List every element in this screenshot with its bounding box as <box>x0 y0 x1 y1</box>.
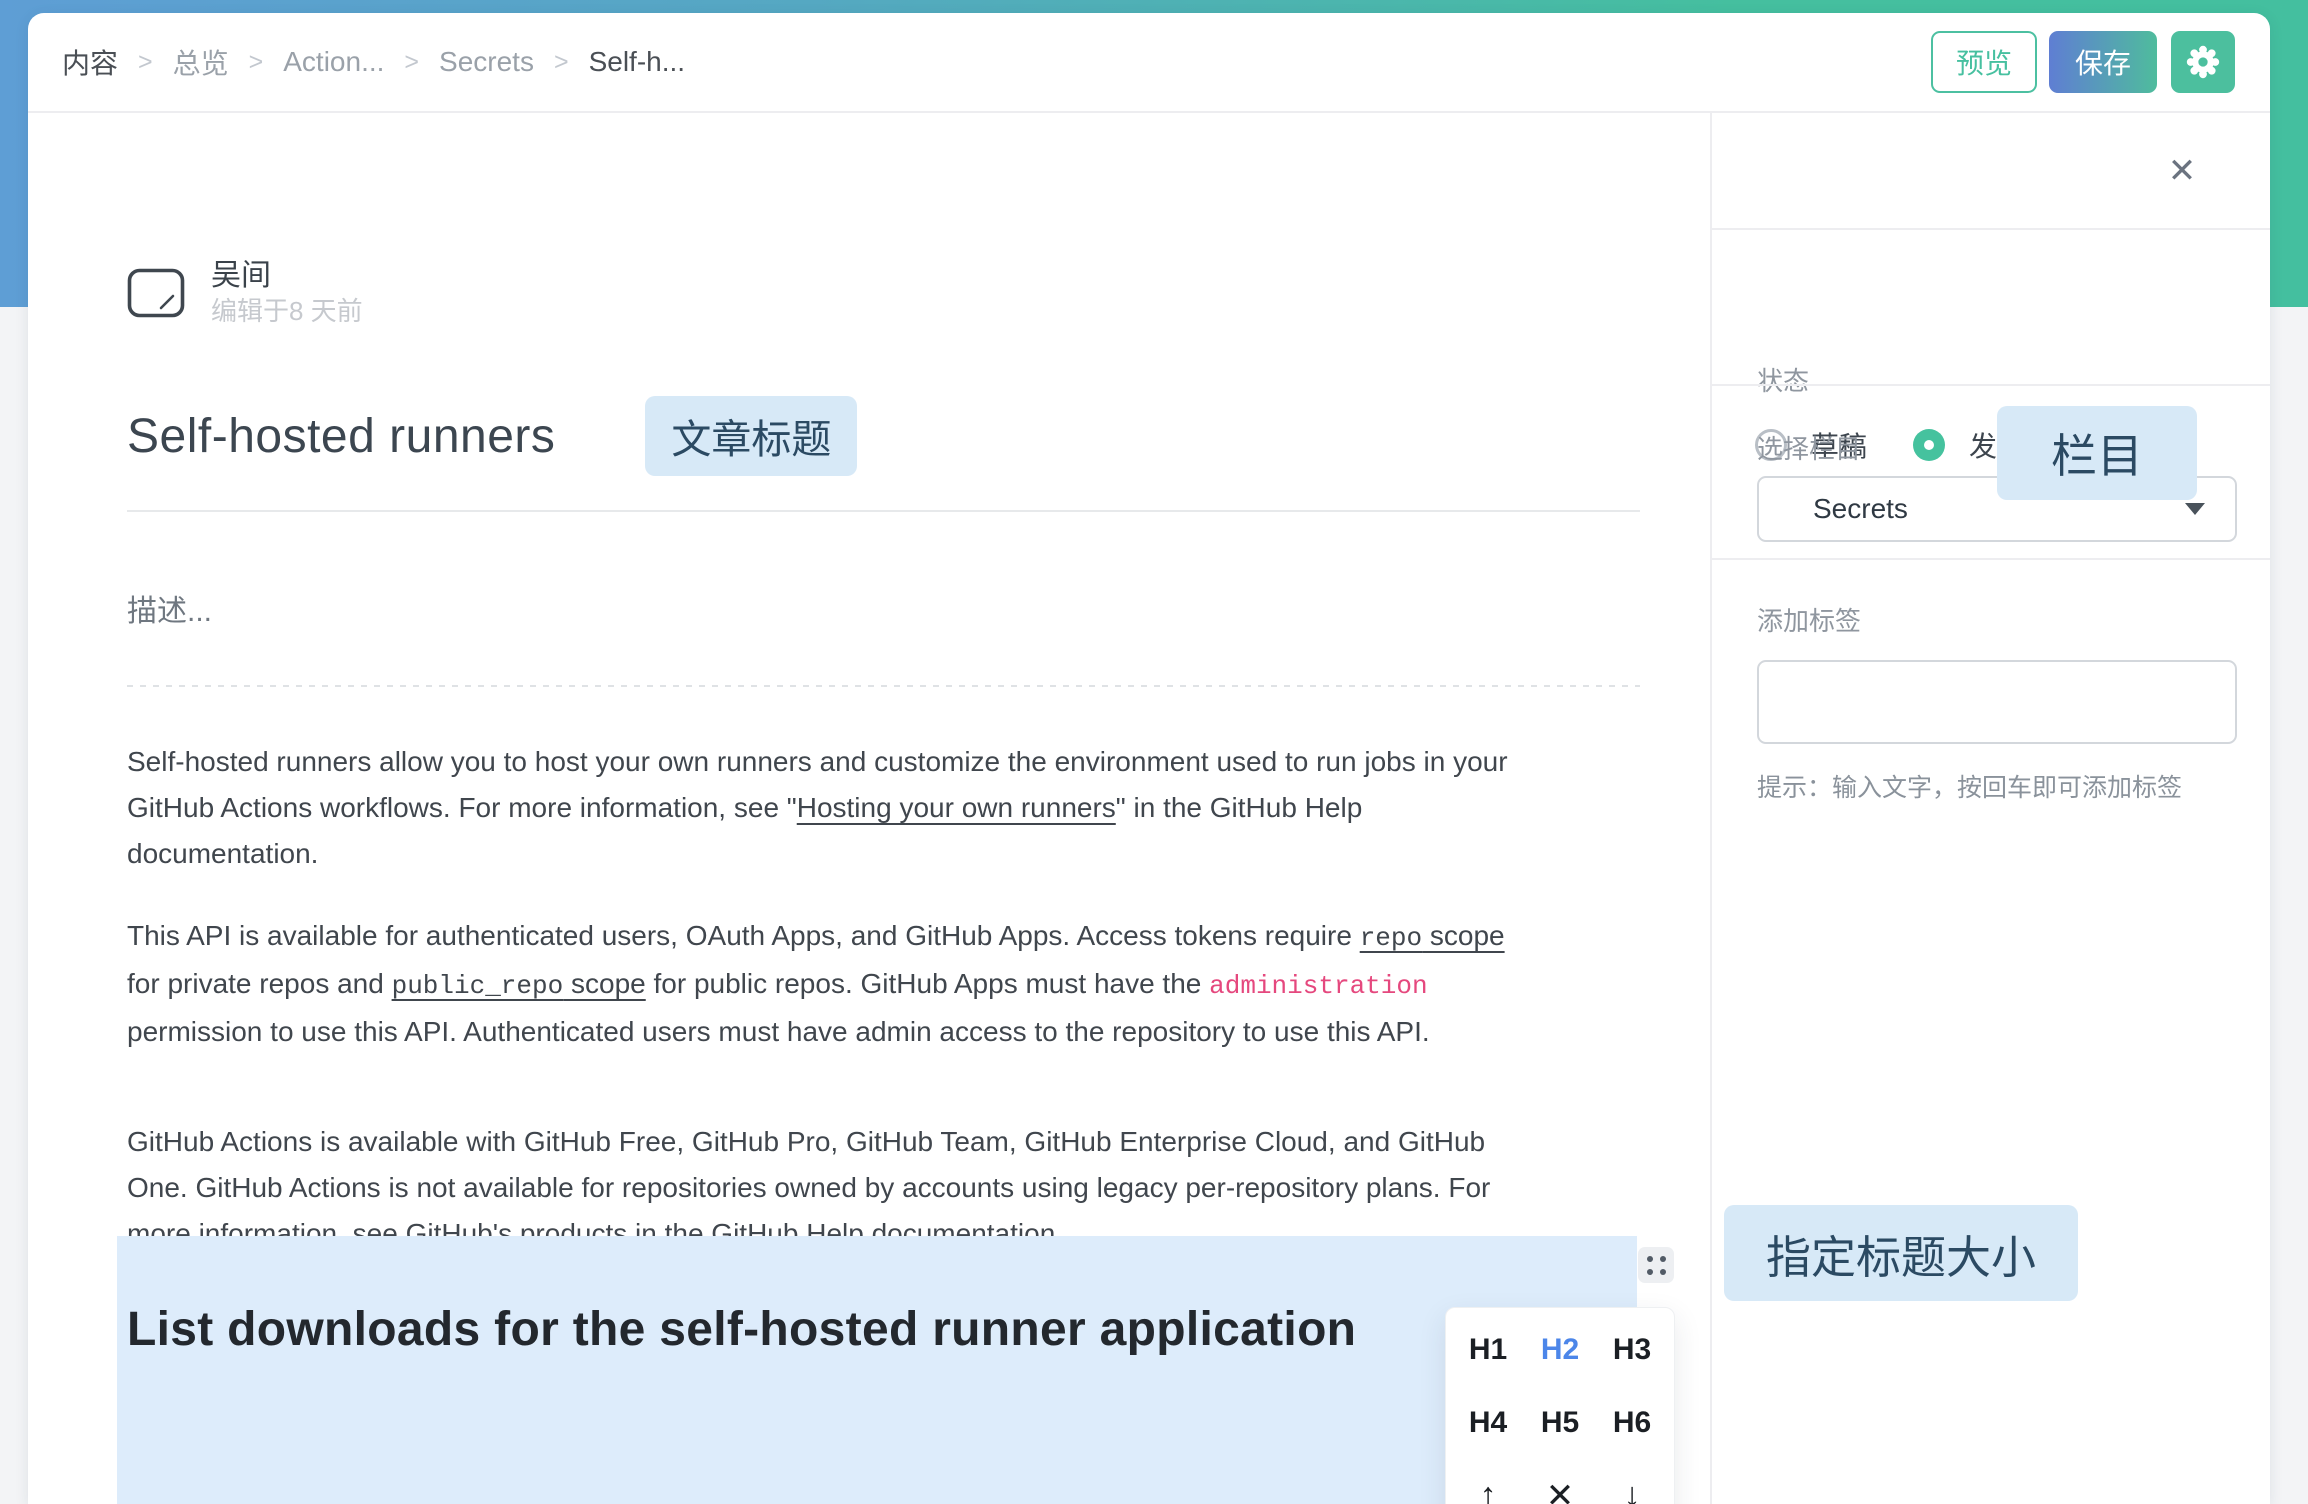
category-label: 选择栏目 <box>1757 429 1861 466</box>
tags-hint: 提示：输入文字，按回车即可添加标签 <box>1757 768 2182 804</box>
description-divider <box>127 685 1640 687</box>
breadcrumb-separator: > <box>249 48 264 77</box>
radio-icon <box>1913 429 1945 461</box>
avatar <box>127 268 185 318</box>
sidebar-divider <box>1712 384 2270 386</box>
inline-text: for private repos and <box>127 968 392 999</box>
heading-level-h3[interactable]: H3 <box>1596 1314 1668 1387</box>
breadcrumb-item[interactable]: 内容 <box>62 42 118 82</box>
inline-link[interactable]: public_repo <box>392 971 564 1001</box>
annotation-category: 栏目 <box>1997 406 2197 500</box>
drag-dots-icon <box>1647 1256 1666 1275</box>
post-editor-window: 内容 > 总览 > Action... > Secrets > Self-h... 预览 保存 <box>0 0 2308 1504</box>
settings-button[interactable] <box>2171 31 2235 93</box>
title-divider <box>127 510 1640 512</box>
selected-heading-block[interactable]: List downloads for the self-hosted runne… <box>117 1236 1637 1504</box>
title-row: Self-hosted runners 文章标题 <box>127 396 857 476</box>
breadcrumb-item[interactable]: 总览 <box>173 42 229 82</box>
inline-text: for public repos. GitHub Apps must have … <box>646 968 1209 999</box>
heading-text[interactable]: List downloads for the self-hosted runne… <box>117 1236 1397 1374</box>
editor-header: 内容 > 总览 > Action... > Secrets > Self-h... 预览 保存 <box>28 13 2270 113</box>
breadcrumb-item[interactable]: Self-h... <box>589 46 685 78</box>
heading-level-popup: H1H2H3 H4H5H6 ↑✕↓ <box>1445 1307 1675 1504</box>
heading-level-h2[interactable]: H2 <box>1524 1314 1596 1387</box>
breadcrumb-item[interactable]: Secrets <box>439 46 534 78</box>
heading-level-h1[interactable]: H1 <box>1452 1314 1524 1387</box>
inline-link[interactable]: Hosting your own runners <box>797 792 1116 823</box>
inline-link[interactable]: repo <box>1360 923 1422 953</box>
author-block: 吴间 编辑于8 天前 <box>127 258 363 328</box>
breadcrumb: 内容 > 总览 > Action... > Secrets > Self-h... <box>62 42 685 82</box>
editor-content: 吴间 编辑于8 天前 Self-hosted runners 文章标题 描述..… <box>28 113 1710 1504</box>
breadcrumb-separator: > <box>404 48 419 77</box>
category-value: Secrets <box>1813 493 1908 525</box>
breadcrumb-separator: > <box>138 48 153 77</box>
post-title-input[interactable]: Self-hosted runners <box>127 409 555 464</box>
close-icon[interactable]: ✕ <box>2162 151 2202 191</box>
heading-level-h4[interactable]: H4 <box>1452 1387 1524 1460</box>
heading-level-h5[interactable]: H5 <box>1524 1387 1596 1460</box>
inline-text: This API is available for authenticated … <box>127 920 1360 951</box>
close-icon[interactable]: ✕ <box>1524 1459 1596 1504</box>
breadcrumb-item[interactable]: Action... <box>283 46 384 78</box>
arrow-up-icon[interactable]: ↑ <box>1452 1459 1524 1504</box>
chevron-down-icon <box>2185 503 2205 515</box>
sidebar-divider <box>1712 228 2270 230</box>
heading-level-h6[interactable]: H6 <box>1596 1387 1668 1460</box>
header-actions: 预览 保存 <box>1931 31 2235 93</box>
inline-link[interactable]: scope <box>563 968 646 999</box>
inline-text: permission to use this API. Authenticate… <box>127 1016 1430 1047</box>
author-name: 吴间 <box>211 258 363 294</box>
save-button[interactable]: 保存 <box>2049 31 2157 93</box>
paragraph[interactable]: Self-hosted runners allow you to host yo… <box>127 739 1532 877</box>
sidebar-divider <box>1712 558 2270 560</box>
editor-card: 内容 > 总览 > Action... > Secrets > Self-h... 预览 保存 <box>28 13 2270 1504</box>
status-label: 状态 <box>1757 361 1809 398</box>
gear-icon <box>2185 44 2221 80</box>
annotation-heading-size: 指定标题大小 <box>1724 1205 2078 1301</box>
settings-sidebar: ✕ 状态 草稿发布 选择栏目 Secrets 栏目 添加标签 提示：输入文字，按… <box>1710 113 2270 1504</box>
annotation-article-title: 文章标题 <box>645 396 857 476</box>
edited-time: 编辑于8 天前 <box>211 294 363 328</box>
inline-code: administration <box>1209 971 1427 1001</box>
tags-label: 添加标签 <box>1757 601 1861 638</box>
breadcrumb-separator: > <box>554 48 569 77</box>
drag-handle[interactable] <box>1638 1247 1674 1283</box>
preview-button[interactable]: 预览 <box>1931 31 2037 93</box>
tag-input[interactable] <box>1757 660 2237 744</box>
description-placeholder[interactable]: 描述... <box>127 586 212 630</box>
inline-link[interactable]: scope <box>1422 920 1505 951</box>
paragraph[interactable]: This API is available for authenticated … <box>127 913 1532 1055</box>
arrow-down-icon[interactable]: ↓ <box>1596 1459 1668 1504</box>
